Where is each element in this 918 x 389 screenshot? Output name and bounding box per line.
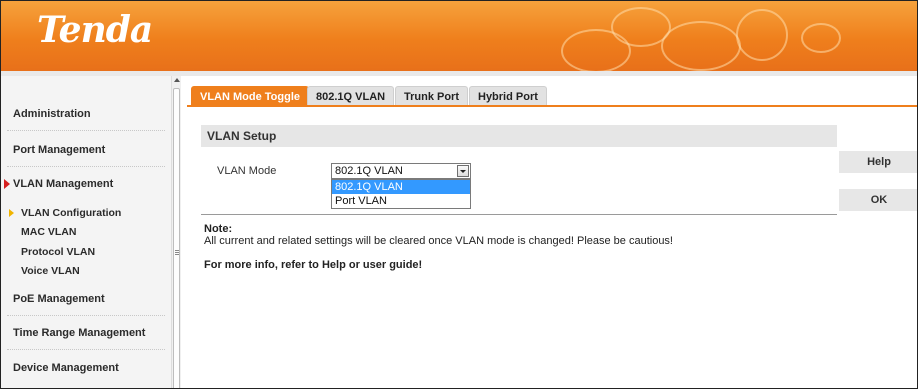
header-banner: Tenda xyxy=(1,1,917,71)
section-title: VLAN Setup xyxy=(207,129,277,143)
tab-802-1q-vlan[interactable]: 802.1Q VLAN xyxy=(307,86,395,106)
subitem-vlan-configuration[interactable]: VLAN Configuration xyxy=(21,207,121,219)
tenda-logo: Tenda xyxy=(37,9,153,51)
divider xyxy=(7,349,165,350)
sidebar-item-poe-management[interactable]: PoE Management xyxy=(1,282,171,316)
vlan-mode-value: 802.1Q VLAN xyxy=(335,165,403,177)
ok-button[interactable]: OK xyxy=(839,189,917,211)
vlan-mode-select[interactable]: 802.1Q VLAN xyxy=(331,163,471,179)
note-text: All current and related settings will be… xyxy=(204,235,673,247)
chevron-down-icon[interactable] xyxy=(457,165,469,177)
subitem-protocol-vlan[interactable]: Protocol VLAN xyxy=(21,246,95,258)
tab-underline xyxy=(187,105,917,107)
section-header: VLAN Setup xyxy=(201,125,837,147)
scroll-up-arrow-icon[interactable] xyxy=(174,78,180,82)
tab-vlan-mode-toggle[interactable]: VLAN Mode Toggle xyxy=(191,86,310,106)
sidebar-item-label: Device Management xyxy=(13,362,119,374)
sidebar-item-port-management[interactable]: Port Management xyxy=(1,133,171,167)
sidebar-item-label: Port Management xyxy=(13,144,106,156)
grip-icon xyxy=(175,250,179,251)
sidebar-item-administration[interactable]: Administration xyxy=(1,97,171,131)
sidebar-nav: Administration Port Management VLAN Mana… xyxy=(1,76,171,388)
sidebar-item-label: PoE Management xyxy=(13,293,105,305)
sidebar-item-label: Administration xyxy=(13,108,91,120)
sidebar-item-label: VLAN Management xyxy=(13,178,114,190)
scroll-thumb[interactable] xyxy=(173,88,180,388)
tab-trunk-port[interactable]: Trunk Port xyxy=(395,86,469,106)
decorative-ring xyxy=(661,21,741,71)
option-802-1q-vlan[interactable]: 802.1Q VLAN xyxy=(332,180,470,194)
tab-hybrid-port[interactable]: Hybrid Port xyxy=(469,86,547,106)
subitem-mac-vlan[interactable]: MAC VLAN xyxy=(21,226,76,238)
option-port-vlan[interactable]: Port VLAN xyxy=(332,194,470,208)
app-window: Tenda Administration Port Management VLA… xyxy=(0,0,918,389)
vlan-mode-dropdown: 802.1Q VLAN Port VLAN xyxy=(331,179,471,209)
section-divider xyxy=(201,214,837,215)
note-more-info: For more info, refer to Help or user gui… xyxy=(204,259,423,271)
selected-arrow-icon xyxy=(9,209,14,217)
note-title: Note: xyxy=(204,223,233,235)
decorative-ring xyxy=(801,23,841,53)
sidebar-item-label: Time Range Management xyxy=(13,327,146,339)
expanded-arrow-icon xyxy=(4,179,10,189)
subitem-voice-vlan[interactable]: Voice VLAN xyxy=(21,265,80,277)
vlan-mode-label: VLAN Mode xyxy=(217,165,277,177)
sidebar-item-vlan-management[interactable]: VLAN Management xyxy=(1,167,171,201)
divider xyxy=(7,130,165,131)
decorative-ring xyxy=(736,9,788,61)
sidebar-item-device-management[interactable]: Device Management xyxy=(1,351,171,385)
sidebar-item-time-range-management[interactable]: Time Range Management xyxy=(1,316,171,350)
sidebar-scrollbar[interactable] xyxy=(171,76,181,388)
help-button[interactable]: Help xyxy=(839,151,917,173)
